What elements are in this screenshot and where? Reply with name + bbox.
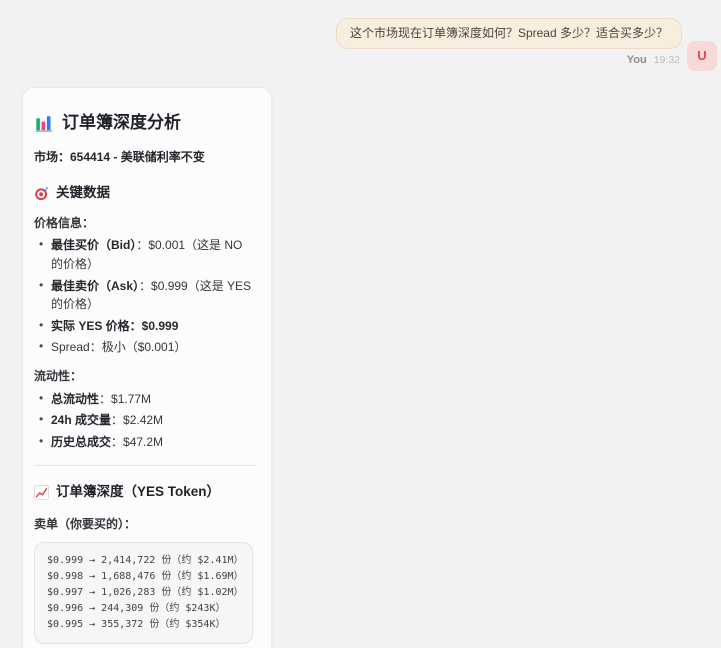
code-line: $0.997 → 1,026,283 份（约 $1.02M） <box>47 585 240 601</box>
item-label: 最佳卖价（Ask） <box>51 279 139 293</box>
liquidity-label: 流动性： <box>34 367 257 386</box>
user-message-bubble: 这个市场现在订单簿深度如何？Spread 多少？适合买多少？ <box>336 18 682 49</box>
item-text: ：$2.42M <box>111 413 163 427</box>
code-line: $0.998 → 1,688,476 份（约 $1.69M） <box>47 569 240 585</box>
section-heading: 订单簿深度（YES Token） <box>56 482 220 503</box>
divider <box>34 465 257 466</box>
item-text: Spread：极小（$0.001） <box>51 340 186 354</box>
card-title-row: 订单簿深度分析 <box>34 110 257 136</box>
user-message-group: 这个市场现在订单簿深度如何？Spread 多少？适合买多少？ You 19:32… <box>336 18 717 66</box>
page-title: 订单簿深度分析 <box>62 110 181 136</box>
section-heading: 关键数据 <box>56 183 110 204</box>
list-item: Spread：极小（$0.001） <box>38 338 257 357</box>
list-item: 实际 YES 价格：$0.999 <box>38 317 257 336</box>
user-avatar: U <box>687 41 717 71</box>
message-meta: You 19:32 <box>627 54 682 66</box>
key-data-heading-row: 关键数据 <box>34 183 257 204</box>
code-line: $0.999 → 2,414,722 份（约 $2.41M） <box>47 553 240 569</box>
item-label: 实际 YES 价格：$0.999 <box>51 319 178 333</box>
liquidity-list: 总流动性：$1.77M 24h 成交量：$2.42M 历史总成交：$47.2M <box>34 390 257 452</box>
analysis-card: 订单簿深度分析 市场：654414 - 美联储利率不变 关键数据 价格信息： 最… <box>22 87 272 648</box>
list-item: 最佳买价（Bid）：$0.001（这是 NO 的价格） <box>38 236 257 273</box>
bar-chart-icon <box>34 113 54 133</box>
list-item: 24h 成交量：$2.42M <box>38 411 257 430</box>
price-info-label: 价格信息： <box>34 214 257 233</box>
list-item: 最佳卖价（Ask）：$0.999（这是 YES 的价格） <box>38 277 257 314</box>
item-text: ：$47.2M <box>111 435 163 449</box>
chat-screen: 这个市场现在订单簿深度如何？Spread 多少？适合买多少？ You 19:32… <box>0 0 721 648</box>
item-label: 总流动性 <box>51 392 99 406</box>
price-info-list: 最佳买价（Bid）：$0.001（这是 NO 的价格） 最佳卖价（Ask）：$0… <box>34 236 257 357</box>
item-label: 历史总成交 <box>51 435 111 449</box>
chart-increasing-icon <box>34 485 49 500</box>
sender-name: You <box>627 54 647 66</box>
message-timestamp: 19:32 <box>654 54 680 66</box>
item-label: 最佳买价（Bid） <box>51 238 136 252</box>
user-message-column: 这个市场现在订单簿深度如何？Spread 多少？适合买多少？ You 19:32 <box>336 18 682 66</box>
item-label: 24h 成交量 <box>51 413 111 427</box>
list-item: 总流动性：$1.77M <box>38 390 257 409</box>
orderbook-heading-row: 订单簿深度（YES Token） <box>34 482 257 503</box>
market-line: 市场：654414 - 美联储利率不变 <box>34 148 257 167</box>
asks-label: 卖单（你要买的）： <box>34 515 257 534</box>
orderbook-code-block: $0.999 → 2,414,722 份（约 $2.41M）$0.998 → 1… <box>34 542 253 644</box>
code-line: $0.996 → 244,309 份（约 $243K） <box>47 601 240 617</box>
item-text: ：$1.77M <box>99 392 151 406</box>
code-line: $0.995 → 355,372 份（约 $354K） <box>47 617 240 633</box>
dart-target-icon <box>34 186 49 201</box>
list-item: 历史总成交：$47.2M <box>38 433 257 452</box>
